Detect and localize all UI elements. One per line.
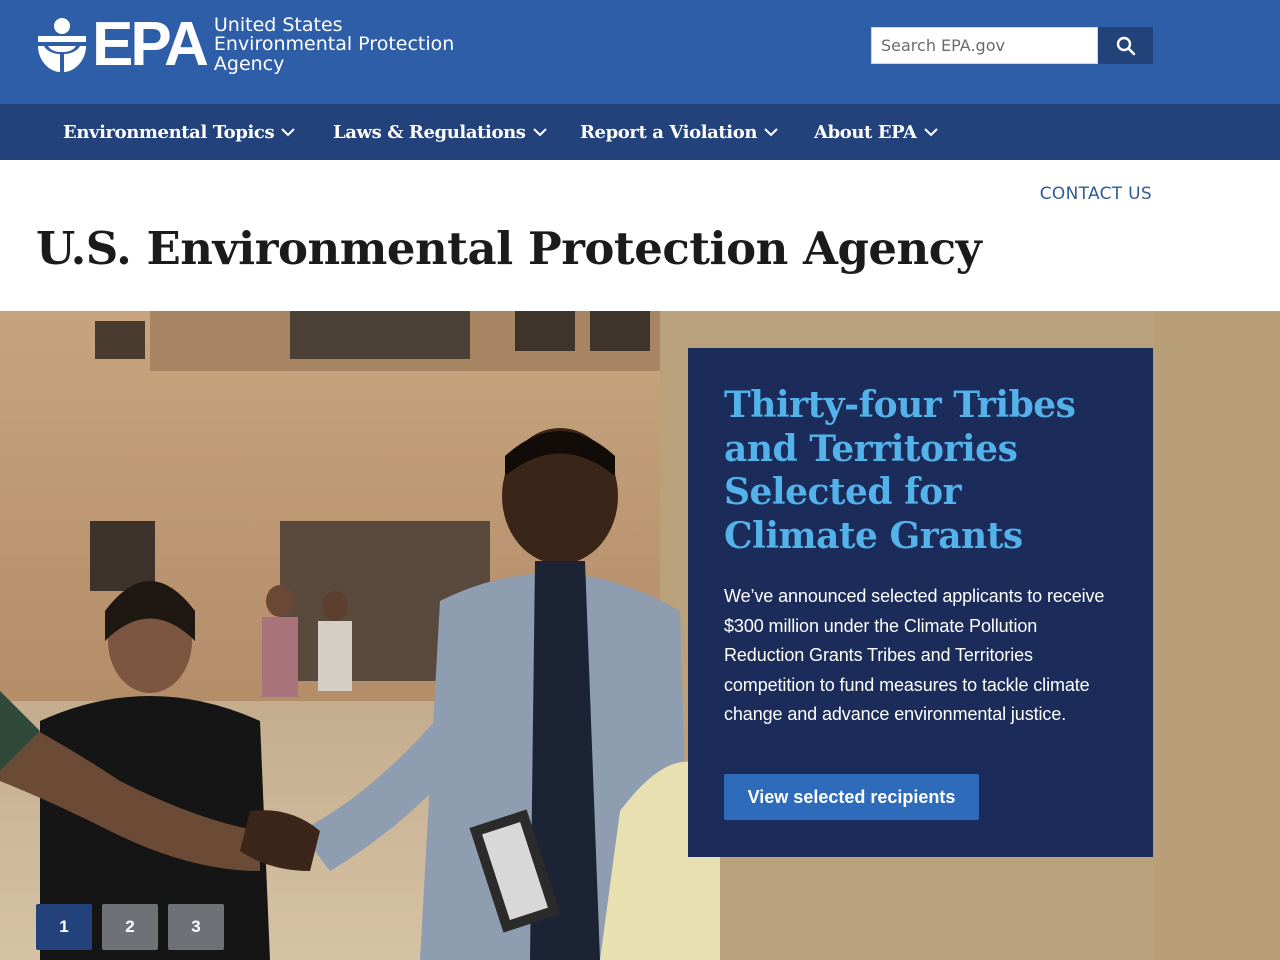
carousel-page-3-button[interactable]: 3 xyxy=(168,904,224,950)
logo-agency-line-3: Agency xyxy=(213,52,285,75)
nav-item-environmental-topics[interactable]: Environmental Topics xyxy=(63,104,296,160)
search-input[interactable] xyxy=(871,27,1098,64)
nav-item-about-epa[interactable]: About EPA xyxy=(814,104,939,160)
hero-carousel: Thirty-four Tribes and Territories Selec… xyxy=(0,311,1280,960)
nav-item-report-violation[interactable]: Report a Violation xyxy=(580,104,779,160)
search-icon xyxy=(1116,36,1135,55)
search-button[interactable] xyxy=(1098,27,1153,64)
logo-agency-line-2: Environmental Protection xyxy=(213,33,455,56)
carousel-page-1-button[interactable]: 1 xyxy=(36,904,92,950)
carousel-pagination: 1 2 3 xyxy=(36,904,224,950)
hero-feature-card: Thirty-four Tribes and Territories Selec… xyxy=(688,348,1153,857)
hero-heading: Thirty-four Tribes and Territories Selec… xyxy=(724,384,1076,557)
search-form xyxy=(871,27,1153,64)
chevron-down-icon xyxy=(923,128,938,137)
view-selected-recipients-button[interactable]: View selected recipients xyxy=(724,774,979,820)
logo-wordmark: EPA xyxy=(92,10,209,79)
chevron-down-icon xyxy=(764,128,778,137)
nav-item-label: Report a Violation xyxy=(580,121,758,143)
epa-logo-link[interactable]: EPA United States Environmental Protecti… xyxy=(36,14,454,76)
main-nav: Environmental Topics Laws & Regulations … xyxy=(0,104,1280,160)
site-header: EPA United States Environmental Protecti… xyxy=(0,0,1280,104)
carousel-page-2-button[interactable]: 2 xyxy=(102,904,158,950)
chevron-down-icon xyxy=(532,128,547,137)
page-title: U.S. Environmental Protection Agency xyxy=(36,222,982,275)
nav-item-label: Environmental Topics xyxy=(63,121,275,143)
hero-description: We’ve announced selected applicants to r… xyxy=(724,586,1105,724)
nav-item-label: About EPA xyxy=(814,121,917,143)
chevron-down-icon xyxy=(281,128,295,137)
nav-item-label: Laws & Regulations xyxy=(333,121,526,143)
logo-agency-name: United States Environmental Protection A… xyxy=(213,15,455,75)
epa-flower-logo-icon xyxy=(38,18,86,72)
contact-us-link[interactable]: CONTACT US xyxy=(1040,184,1152,204)
nav-item-laws-regulations[interactable]: Laws & Regulations xyxy=(333,104,548,160)
